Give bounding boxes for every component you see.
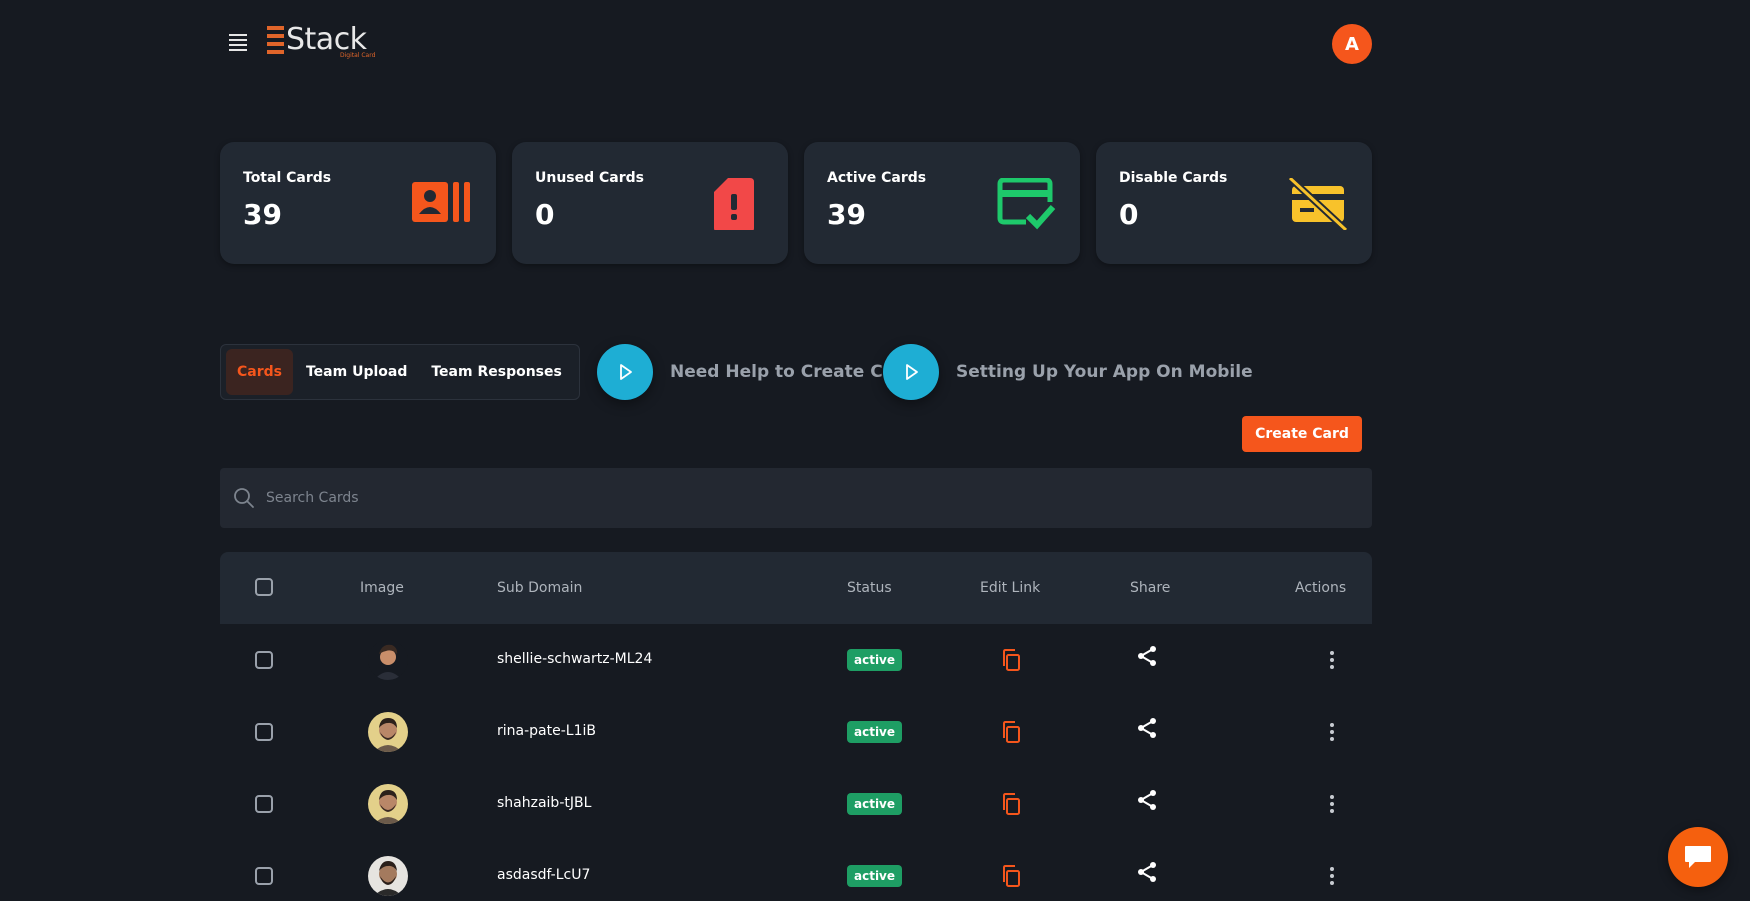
help-mobile-app-link[interactable]: Setting Up Your App On Mobile (883, 344, 1253, 400)
stat-title: Disable Cards (1119, 170, 1228, 186)
copy-icon[interactable] (999, 792, 1023, 816)
more-vertical-icon[interactable] (1320, 648, 1344, 672)
sub-domain: asdasdf-LcU7 (497, 867, 591, 883)
row-checkbox[interactable] (255, 651, 273, 669)
more-vertical-icon[interactable] (1320, 792, 1344, 816)
table-row: rina-pate-L1iB active (220, 696, 1372, 768)
play-icon[interactable] (883, 344, 939, 400)
table-row: shahzaib-tJBL active (220, 768, 1372, 840)
stat-value: 0 (1119, 198, 1139, 231)
table-row: asdasdf-LcU7 active (220, 840, 1372, 901)
copy-icon[interactable] (999, 648, 1023, 672)
share-icon[interactable] (1135, 860, 1159, 884)
sub-domain: rina-pate-L1iB (497, 723, 596, 739)
card-off-icon (1288, 178, 1348, 230)
hamburger-menu-icon[interactable] (229, 34, 249, 52)
more-vertical-icon[interactable] (1320, 720, 1344, 744)
help-label[interactable]: Need Help to Create Card (670, 362, 915, 382)
sim-alert-icon (714, 178, 754, 230)
stat-value: 0 (535, 198, 555, 231)
stat-title: Unused Cards (535, 170, 645, 186)
column-header-status: Status (847, 580, 892, 596)
card-avatar (368, 640, 408, 680)
top-bar: Stack Digital Card A (0, 0, 1750, 90)
row-checkbox[interactable] (255, 723, 273, 741)
create-card-button[interactable]: Create Card (1242, 416, 1362, 452)
table-row: shellie-schwartz-ML24 active (220, 624, 1372, 696)
contact-card-icon (412, 182, 470, 222)
column-header-sub-domain: Sub Domain (497, 580, 583, 596)
share-icon[interactable] (1135, 788, 1159, 812)
column-header-actions: Actions (1295, 580, 1347, 596)
status-badge: active (847, 649, 903, 671)
tab-team-upload[interactable]: Team Upload (295, 349, 418, 395)
help-create-card-link[interactable]: Need Help to Create Card (597, 344, 915, 400)
copy-icon[interactable] (999, 720, 1023, 744)
status-badge: active (847, 721, 903, 743)
stat-value: 39 (827, 198, 866, 231)
stat-card-unused: Unused Cards 0 (512, 142, 788, 264)
column-header-share: Share (1130, 580, 1171, 596)
card-check-icon (997, 178, 1056, 230)
app-logo[interactable]: Stack Digital Card (267, 22, 375, 62)
stat-card-total: Total Cards 39 (220, 142, 496, 264)
card-tabs: Cards Team Upload Team Responses (220, 344, 580, 400)
select-all-checkbox[interactable] (255, 578, 273, 596)
stat-card-active: Active Cards 39 (804, 142, 1080, 264)
copy-icon[interactable] (999, 864, 1023, 888)
card-avatar (368, 856, 408, 896)
logo-subtitle: Digital Card (340, 52, 376, 59)
chat-button[interactable] (1668, 827, 1728, 887)
stat-card-disable: Disable Cards 0 (1096, 142, 1372, 264)
play-icon[interactable] (597, 344, 653, 400)
column-header-image: Image (360, 580, 404, 596)
column-header-edit-link: Edit Link (980, 580, 1041, 596)
search-bar (220, 468, 1372, 528)
sub-domain: shahzaib-tJBL (497, 795, 592, 811)
row-checkbox[interactable] (255, 867, 273, 885)
stat-title: Active Cards (827, 170, 927, 186)
stats-row: Total Cards 39 Unused Cards 0 Active Car… (220, 142, 1372, 264)
card-avatar (368, 712, 408, 752)
tab-team-responses[interactable]: Team Responses (420, 349, 572, 395)
share-icon[interactable] (1135, 644, 1159, 668)
row-checkbox[interactable] (255, 795, 273, 813)
stat-value: 39 (243, 198, 282, 231)
help-label[interactable]: Setting Up Your App On Mobile (956, 362, 1253, 382)
share-icon[interactable] (1135, 716, 1159, 740)
search-icon (234, 488, 254, 508)
status-badge: active (847, 865, 903, 887)
tab-cards[interactable]: Cards (226, 349, 293, 395)
logo-mark-icon (267, 26, 284, 54)
stat-title: Total Cards (243, 170, 332, 186)
table-header: Image Sub Domain Status Edit Link Share … (220, 552, 1372, 624)
status-badge: active (847, 793, 903, 815)
search-input[interactable] (266, 490, 1346, 506)
sub-domain: shellie-schwartz-ML24 (497, 651, 653, 667)
more-vertical-icon[interactable] (1320, 864, 1344, 888)
chat-bubble-icon (1685, 846, 1711, 868)
card-avatar (368, 784, 408, 824)
user-avatar-button[interactable]: A (1332, 24, 1372, 64)
